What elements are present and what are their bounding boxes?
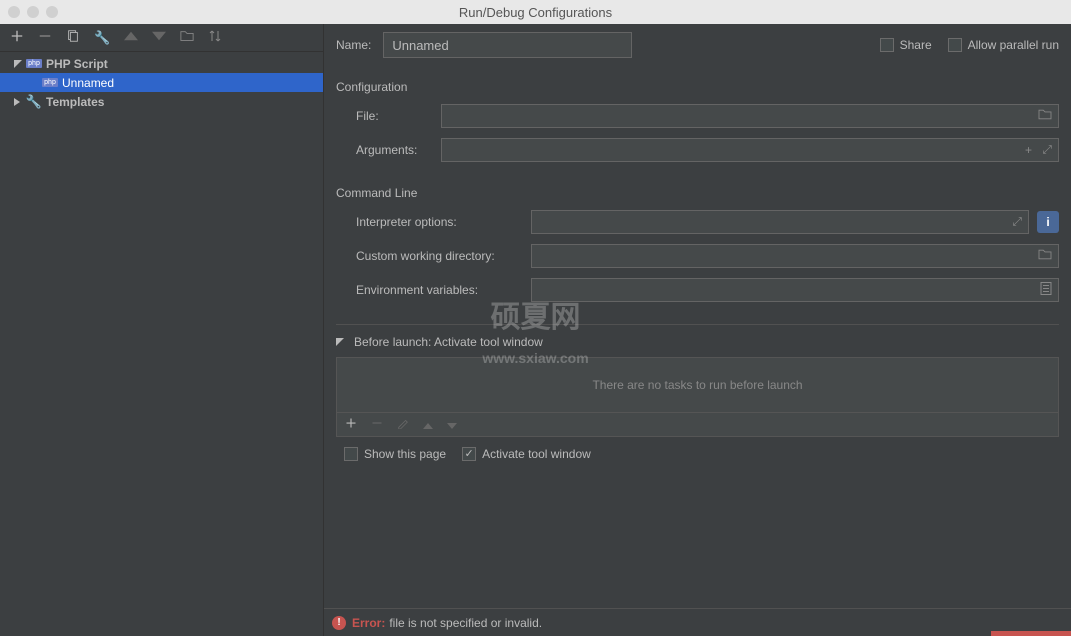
arguments-label: Arguments:: [356, 143, 441, 157]
copy-icon[interactable]: [66, 29, 80, 46]
add-task-icon[interactable]: [345, 417, 357, 432]
remove-task-icon[interactable]: [371, 417, 383, 432]
show-this-page-label: Show this page: [364, 447, 446, 461]
env-vars-input[interactable]: [531, 278, 1059, 302]
tree-label: PHP Script: [46, 57, 108, 71]
command-line-section-label: Command Line: [336, 186, 1059, 200]
activate-tool-window-checkbox[interactable]: Activate tool window: [462, 447, 591, 461]
configuration-section-label: Configuration: [336, 80, 1059, 94]
collapse-arrow-icon: [14, 98, 24, 106]
no-tasks-message: There are no tasks to run before launch: [592, 378, 802, 392]
expand-icon[interactable]: ⤢: [1012, 215, 1022, 230]
move-up-icon[interactable]: [124, 29, 138, 46]
edit-task-icon[interactable]: [397, 417, 409, 432]
php-icon: php: [26, 59, 42, 68]
maximize-window-button[interactable]: [46, 6, 58, 18]
titlebar: Run/Debug Configurations: [0, 0, 1071, 24]
custom-dir-input[interactable]: [531, 244, 1059, 268]
tree-node-templates[interactable]: 🔧 Templates: [0, 92, 323, 111]
file-label: File:: [356, 109, 441, 123]
expand-icon[interactable]: ⤢: [1042, 143, 1052, 158]
file-input[interactable]: [441, 104, 1059, 128]
allow-parallel-checkbox[interactable]: Allow parallel run: [948, 38, 1059, 52]
tree-label: Templates: [46, 95, 104, 109]
wrench-icon: 🔧: [26, 94, 42, 110]
settings-icon[interactable]: 🔧: [94, 30, 110, 46]
error-indicator: [991, 631, 1071, 636]
sidebar-toolbar: 🔧: [0, 24, 323, 52]
error-label: Error:: [352, 616, 385, 630]
config-tree: php PHP Script php Unnamed 🔧 Templates: [0, 52, 323, 111]
sort-icon[interactable]: [208, 29, 222, 46]
error-message: file is not specified or invalid.: [389, 616, 542, 630]
activate-tool-window-label: Activate tool window: [482, 447, 591, 461]
show-this-page-checkbox[interactable]: Show this page: [344, 447, 446, 461]
share-checkbox[interactable]: Share: [880, 38, 932, 52]
before-launch-tasks: There are no tasks to run before launch: [336, 357, 1059, 413]
list-icon[interactable]: [1040, 282, 1052, 299]
folder-icon[interactable]: [180, 29, 194, 46]
error-bar: ! Error: file is not specified or invali…: [324, 608, 1071, 636]
share-label: Share: [900, 38, 932, 52]
sidebar: 🔧 php PHP Script php Unnamed 🔧 Templates: [0, 24, 324, 636]
browse-folder-icon[interactable]: [1038, 109, 1052, 124]
expand-arrow-icon[interactable]: [336, 338, 346, 346]
minimize-window-button[interactable]: [27, 6, 39, 18]
content-panel: Name: Share Allow parallel run Configura…: [324, 24, 1071, 636]
tree-node-php-script[interactable]: php PHP Script: [0, 54, 323, 73]
add-icon[interactable]: [10, 29, 24, 46]
php-icon: php: [42, 78, 58, 87]
plus-icon[interactable]: +: [1025, 143, 1032, 157]
tree-label: Unnamed: [62, 76, 114, 90]
name-label: Name:: [336, 38, 371, 52]
custom-dir-label: Custom working directory:: [356, 249, 531, 263]
tree-node-unnamed[interactable]: php Unnamed: [0, 73, 323, 92]
expand-arrow-icon: [14, 60, 24, 68]
allow-parallel-label: Allow parallel run: [968, 38, 1059, 52]
info-button[interactable]: i: [1037, 211, 1059, 233]
task-toolbar: [336, 413, 1059, 437]
error-icon: !: [332, 616, 346, 630]
move-up-icon[interactable]: [423, 418, 433, 432]
arguments-input[interactable]: + ⤢: [441, 138, 1059, 162]
close-window-button[interactable]: [8, 6, 20, 18]
remove-icon[interactable]: [38, 29, 52, 46]
name-input[interactable]: [383, 32, 632, 58]
window-title: Run/Debug Configurations: [459, 5, 612, 20]
interpreter-options-input[interactable]: ⤢: [531, 210, 1029, 234]
move-down-icon[interactable]: [152, 29, 166, 46]
env-vars-label: Environment variables:: [356, 283, 531, 297]
browse-folder-icon[interactable]: [1038, 249, 1052, 264]
interpreter-options-label: Interpreter options:: [356, 215, 531, 229]
before-launch-label: Before launch: Activate tool window: [354, 335, 543, 349]
move-down-icon[interactable]: [447, 418, 457, 432]
